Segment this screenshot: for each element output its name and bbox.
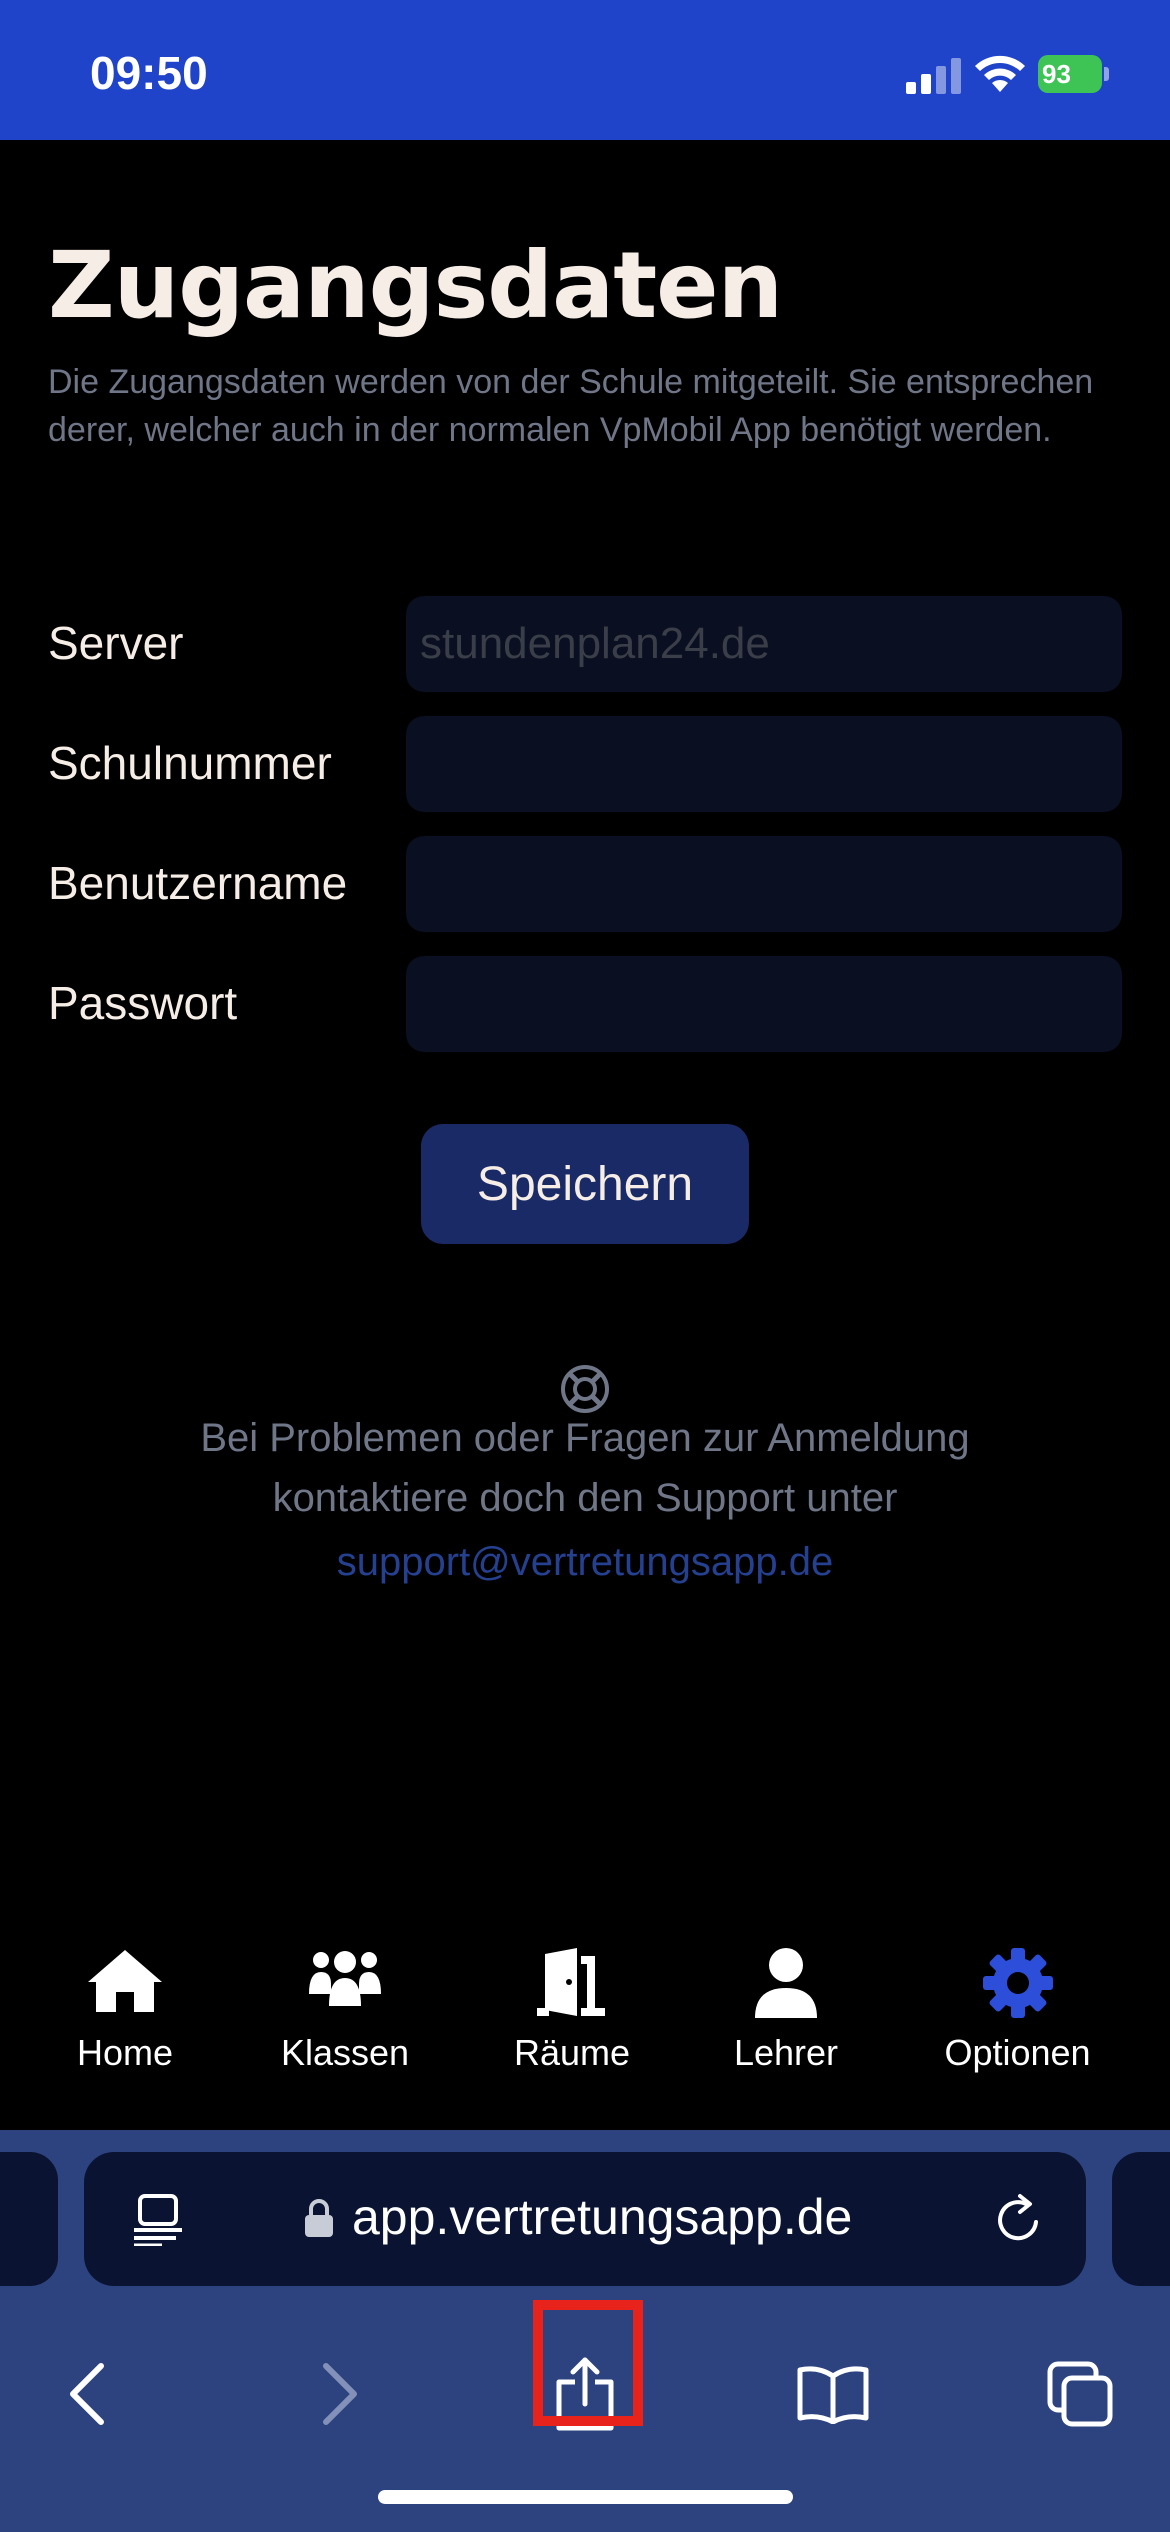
forward-button[interactable] xyxy=(285,2320,395,2468)
previous-tab-peek[interactable] xyxy=(0,2152,58,2286)
battery-level: 93 xyxy=(1042,59,1071,89)
nav-item-home[interactable]: Home xyxy=(55,1944,195,2074)
status-bar: 09:50 93 xyxy=(0,0,1170,140)
wifi-icon xyxy=(975,55,1025,92)
lock-icon xyxy=(305,2199,333,2237)
nav-item-options[interactable]: Optionen xyxy=(930,1944,1105,2074)
back-button[interactable] xyxy=(32,2320,142,2468)
nav-item-classes[interactable]: Klassen xyxy=(270,1944,420,2074)
page-description: Die Zugangsdaten werden von der Schule m… xyxy=(48,363,1094,449)
battery-charging-icon: 93 xyxy=(1038,55,1109,93)
home-icon xyxy=(88,1950,162,2012)
support-email-link[interactable]: support@vertretungsapp.de xyxy=(85,1532,1085,1592)
bookmarks-icon xyxy=(797,2366,869,2424)
support-line-1: Bei Problemen oder Fragen zur Anmeldung xyxy=(200,1416,970,1460)
server-label: Server xyxy=(48,617,184,669)
next-tab-peek[interactable] xyxy=(1112,2152,1170,2286)
nav-label-classes: Klassen xyxy=(280,2032,410,2073)
back-icon xyxy=(70,2363,104,2425)
page-menu-icon[interactable] xyxy=(132,2192,184,2246)
password-input[interactable] xyxy=(406,956,1122,1052)
password-label: Passwort xyxy=(48,977,238,1029)
home-indicator[interactable] xyxy=(378,2490,793,2504)
nav-item-teachers[interactable]: Lehrer xyxy=(716,1944,856,2074)
nav-label-teachers: Lehrer xyxy=(733,2032,839,2073)
server-input[interactable] xyxy=(406,596,1122,692)
door-open-icon xyxy=(537,1948,605,2016)
nav-label-rooms: Räume xyxy=(513,2032,631,2073)
url-text: app.vertretungsapp.de xyxy=(352,2189,853,2245)
status-time: 09:50 xyxy=(90,47,208,99)
address-bar[interactable]: app.vertretungsapp.de xyxy=(84,2152,1086,2286)
users-icon xyxy=(309,1951,381,2006)
username-label: Benutzername xyxy=(48,857,348,909)
page-title: Zugangsdaten xyxy=(48,232,783,339)
gear-icon xyxy=(982,1948,1053,2018)
nav-label-options: Optionen xyxy=(944,2032,1091,2073)
school-number-label: Schulnummer xyxy=(48,737,332,789)
support-text: Bei Problemen oder Fragen zur Anmeldung … xyxy=(85,1408,1085,1528)
tabs-button[interactable] xyxy=(1025,2320,1135,2468)
reload-icon[interactable] xyxy=(990,2192,1046,2248)
school-number-input[interactable] xyxy=(406,716,1122,812)
share-button-highlight xyxy=(533,2300,643,2426)
nav-item-rooms[interactable]: Räume xyxy=(497,1944,647,2074)
tabs-icon xyxy=(1047,2361,1113,2427)
username-input[interactable] xyxy=(406,836,1122,932)
nav-label-home: Home xyxy=(76,2032,174,2073)
support-line-2: kontaktiere doch den Support unter xyxy=(272,1476,898,1520)
forward-icon xyxy=(323,2363,357,2425)
bookmarks-button[interactable] xyxy=(778,2320,888,2468)
cellular-signal-icon xyxy=(906,58,961,94)
user-icon xyxy=(755,1948,817,2018)
save-button[interactable]: Speichern xyxy=(421,1124,749,1244)
